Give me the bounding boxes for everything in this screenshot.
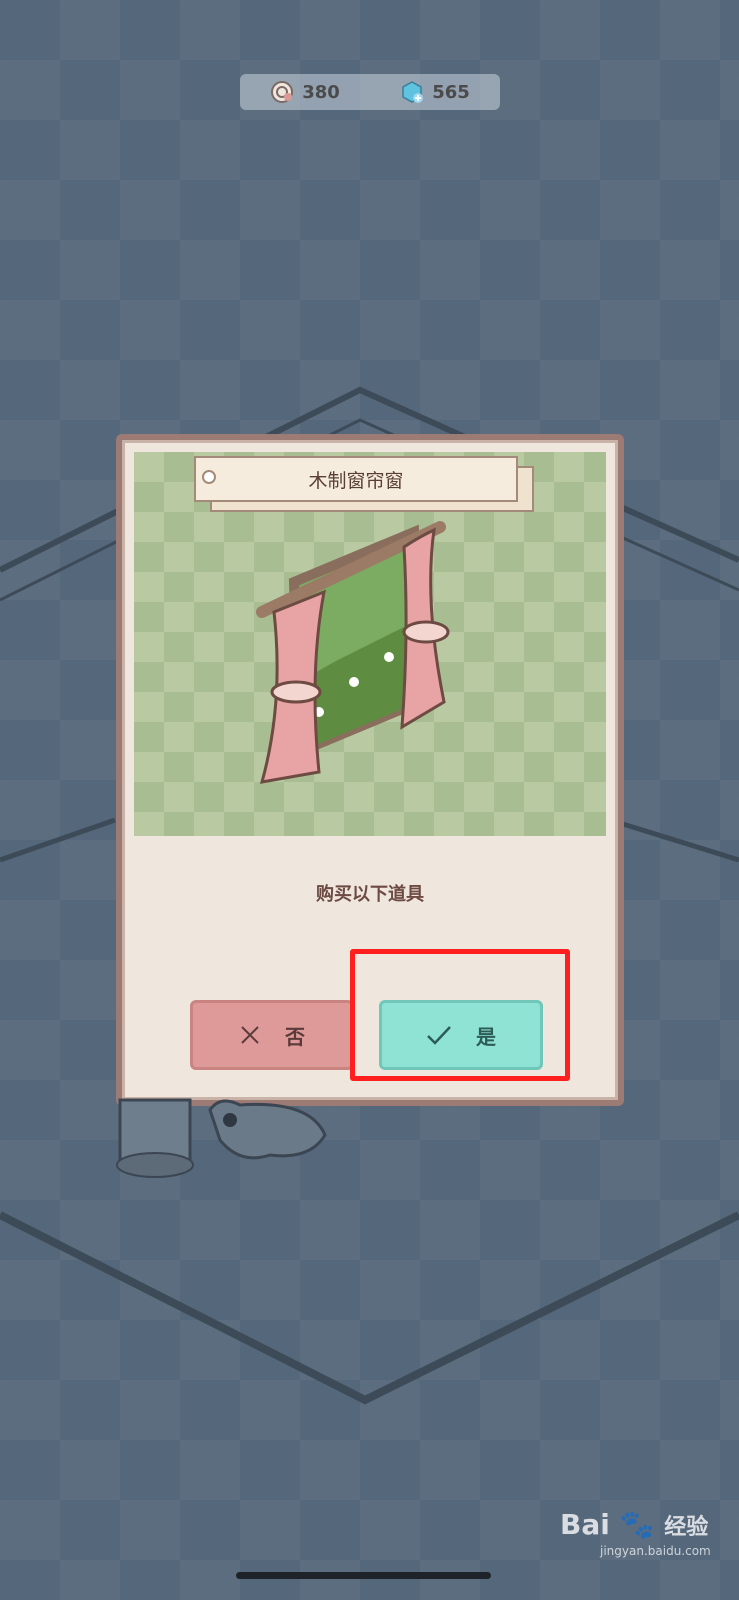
gem-plus-icon	[402, 81, 424, 103]
gem-counter[interactable]: 565	[400, 80, 470, 104]
coin-icon	[271, 81, 294, 103]
paw-icon: 🐾	[619, 1508, 655, 1541]
no-button-label: 否	[285, 1024, 305, 1049]
item-name: 木制窗帘窗	[308, 469, 404, 492]
watermark-url: jingyan.baidu.com	[600, 1544, 711, 1558]
cat-and-chair	[116, 1098, 327, 1178]
baidu-watermark: Bai 🐾 经验	[560, 1508, 708, 1541]
watermark-brand: Bai	[560, 1508, 610, 1541]
item-name-tag: 木制窗帘窗	[194, 456, 518, 502]
coin-amount: 380	[302, 81, 340, 103]
tag-hole	[202, 470, 216, 484]
watermark-suffix: 经验	[664, 1515, 709, 1540]
currency-bar: 380 565	[240, 74, 500, 110]
purchase-message: 购买以下道具	[316, 884, 424, 905]
no-button[interactable]: 否	[190, 1000, 354, 1070]
home-indicator[interactable]	[236, 1572, 491, 1579]
coin-counter[interactable]: 380	[270, 80, 340, 104]
close-icon	[241, 1026, 259, 1044]
highlight-box	[350, 949, 570, 1081]
gem-amount: 565	[432, 81, 470, 103]
